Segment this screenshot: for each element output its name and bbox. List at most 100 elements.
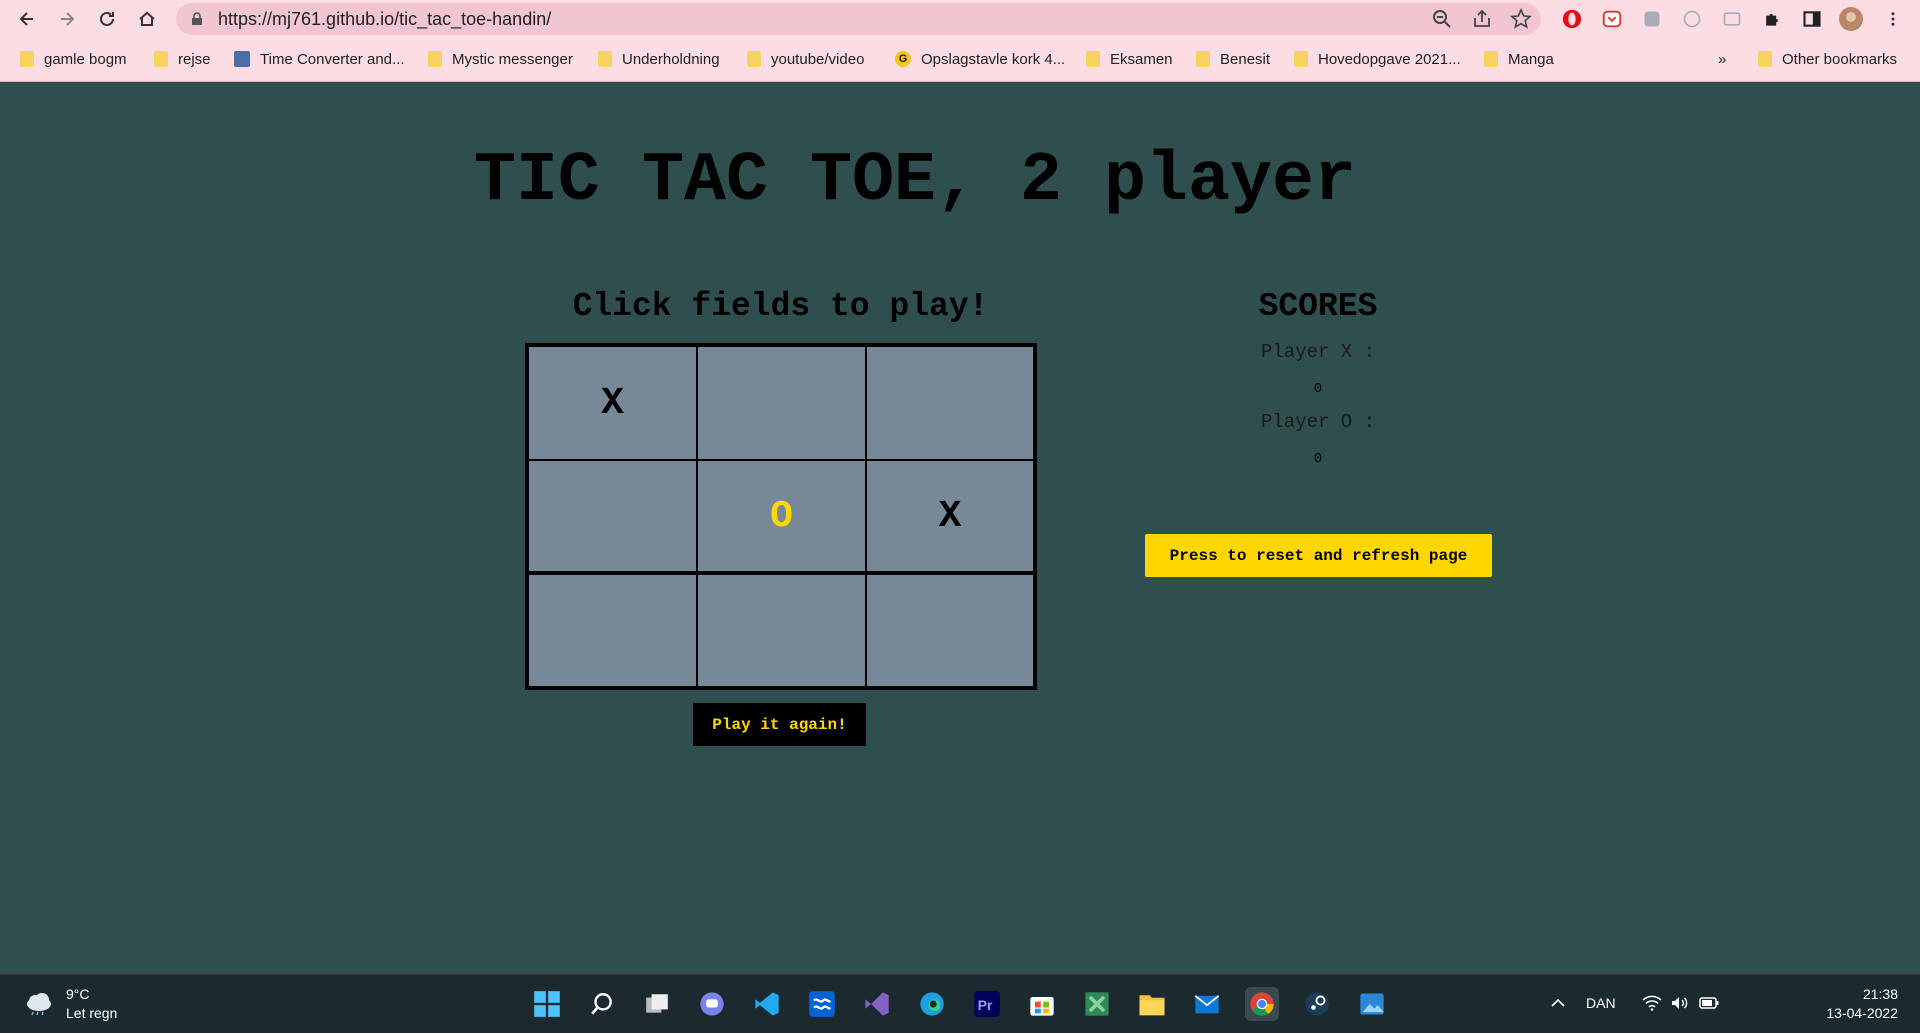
grey-extension-icon[interactable]: [1639, 6, 1665, 32]
weather-widget[interactable]: 9°C Let regn: [24, 985, 117, 1023]
folder-icon: [747, 51, 761, 67]
reload-icon: [100, 11, 114, 26]
azure-app[interactable]: [805, 987, 839, 1021]
window-extension-icon[interactable]: [1719, 6, 1745, 32]
opera-extension-icon[interactable]: [1559, 6, 1585, 32]
windows-taskbar: 9°C Let regn Pr DAN 21:38 13-04-2022: [0, 974, 1920, 1033]
battery-icon[interactable]: [1698, 995, 1720, 1014]
home-icon: [139, 11, 155, 26]
bookmark-eksamen[interactable]: Eksamen: [1086, 47, 1173, 71]
premiere-pro-icon: Pr: [974, 991, 1000, 1017]
task-view-icon: [646, 994, 668, 1013]
language-indicator[interactable]: DAN: [1586, 995, 1616, 1011]
zoom-icon[interactable]: [1431, 8, 1453, 30]
premiere-app[interactable]: Pr: [970, 987, 1004, 1021]
pocket-extension-icon[interactable]: [1599, 6, 1625, 32]
page-content: TIC TAC TOE, 2 player Click fields to pl…: [0, 82, 1920, 974]
edge-app[interactable]: [915, 987, 949, 1021]
folder-icon: [20, 51, 34, 67]
task-view-button[interactable]: [640, 987, 674, 1021]
bookmark-youtube-video[interactable]: youtube/video: [747, 47, 864, 71]
board-cell-1[interactable]: X: [528, 346, 697, 460]
circle-extension-icon[interactable]: [1679, 6, 1705, 32]
board-cell-3[interactable]: [866, 346, 1034, 460]
address-bar[interactable]: https://mj761.github.io/tic_tac_toe-hand…: [176, 3, 1541, 35]
puzzle-extensions-icon[interactable]: [1759, 6, 1785, 32]
scores-title: SCORES: [1258, 288, 1378, 325]
bookmark-hovedopgave[interactable]: Hovedopgave 2021...: [1294, 47, 1461, 71]
bookmark-underholdning[interactable]: Underholdning: [598, 47, 720, 71]
other-bookmarks[interactable]: Other bookmarks: [1758, 47, 1897, 71]
menu-kebab-icon[interactable]: [1880, 6, 1906, 32]
volume-icon[interactable]: [1670, 995, 1690, 1014]
player-x-label: Player X :: [1260, 341, 1376, 363]
bookmarks-bar: gamle bogm rejse Time Converter and... M…: [0, 44, 1920, 74]
teams-chat-app[interactable]: [695, 987, 729, 1021]
forward-button[interactable]: [52, 4, 82, 34]
page-title: TIC TAC TOE, 2 player: [473, 142, 1357, 221]
windows-logo-icon: [534, 991, 560, 1017]
board-cell-2[interactable]: [697, 346, 866, 460]
home-button[interactable]: [132, 4, 162, 34]
board-cell-8[interactable]: [697, 574, 866, 687]
chrome-icon: [1250, 992, 1274, 1016]
board-cell-6[interactable]: X: [866, 460, 1034, 574]
excel-like-app[interactable]: [1080, 987, 1114, 1021]
instructions-heading: Click fields to play!: [572, 288, 989, 325]
folder-icon: [1758, 51, 1772, 67]
chevron-up-icon[interactable]: [1550, 995, 1566, 1014]
board-cell-5[interactable]: O: [697, 460, 866, 574]
bookmark-star-icon[interactable]: [1510, 8, 1532, 30]
folder-icon: [428, 51, 442, 67]
browser-chrome: https://mj761.github.io/tic_tac_toe-hand…: [0, 0, 1920, 82]
bookmark-rejse[interactable]: rejse: [154, 47, 211, 71]
url-text: https://mj761.github.io/tic_tac_toe-hand…: [218, 9, 552, 29]
steam-app[interactable]: [1300, 987, 1334, 1021]
steam-icon: [1305, 992, 1329, 1016]
file-explorer-app[interactable]: [1135, 987, 1169, 1021]
green-app-icon: [1085, 992, 1109, 1016]
search-button[interactable]: [585, 987, 619, 1021]
folder-icon: [1139, 995, 1165, 1016]
bookmark-opslagstavle[interactable]: G Opslagstavle kork 4...: [895, 47, 1065, 71]
wifi-icon[interactable]: [1642, 995, 1662, 1014]
lock-icon: [192, 12, 202, 25]
clock-site-icon: [234, 51, 250, 67]
play-again-button[interactable]: Play it again!: [693, 703, 866, 746]
scores-panel: SCORES Player X : 0 Player O : 0: [1139, 288, 1497, 479]
system-clock[interactable]: 21:38 13-04-2022: [1826, 985, 1898, 1023]
bookmark-mystic-messenger[interactable]: Mystic messenger: [428, 47, 573, 71]
start-button[interactable]: [530, 987, 564, 1021]
vscode-app[interactable]: [750, 987, 784, 1021]
reload-button[interactable]: [92, 4, 122, 34]
photos-app[interactable]: [1355, 987, 1389, 1021]
board-cell-7[interactable]: [528, 574, 697, 687]
bookmark-time-converter[interactable]: Time Converter and...: [234, 47, 405, 71]
photos-icon: [1360, 993, 1384, 1015]
bookmark-benesit[interactable]: Benesit: [1196, 47, 1270, 71]
share-icon[interactable]: [1471, 8, 1493, 30]
g-site-icon: G: [895, 51, 911, 67]
mail-app[interactable]: [1190, 987, 1224, 1021]
edge-icon: [920, 992, 944, 1016]
side-panel-icon[interactable]: [1799, 6, 1825, 32]
bookmark-gamle-bogm[interactable]: gamle bogm: [20, 47, 127, 71]
back-arrow-icon: [19, 12, 33, 26]
player-o-score: 0: [1313, 451, 1323, 467]
player-x-score: 0: [1313, 381, 1323, 397]
bookmarks-overflow-button[interactable]: »: [1718, 47, 1726, 71]
visual-studio-icon: [865, 992, 889, 1016]
store-icon: [1030, 997, 1054, 1016]
board-cell-9[interactable]: [866, 574, 1034, 687]
reset-refresh-button[interactable]: Press to reset and refresh page: [1145, 534, 1492, 577]
back-button[interactable]: [12, 4, 42, 34]
forward-arrow-icon: [61, 12, 75, 26]
player-o-label: Player O :: [1260, 411, 1376, 433]
chrome-app[interactable]: [1245, 987, 1279, 1021]
folder-icon: [1086, 51, 1100, 67]
visual-studio-app[interactable]: [860, 987, 894, 1021]
board-cell-4[interactable]: [528, 460, 697, 574]
bookmark-manga[interactable]: Manga: [1484, 47, 1554, 71]
store-app[interactable]: [1025, 987, 1059, 1021]
profile-avatar[interactable]: [1838, 6, 1864, 32]
